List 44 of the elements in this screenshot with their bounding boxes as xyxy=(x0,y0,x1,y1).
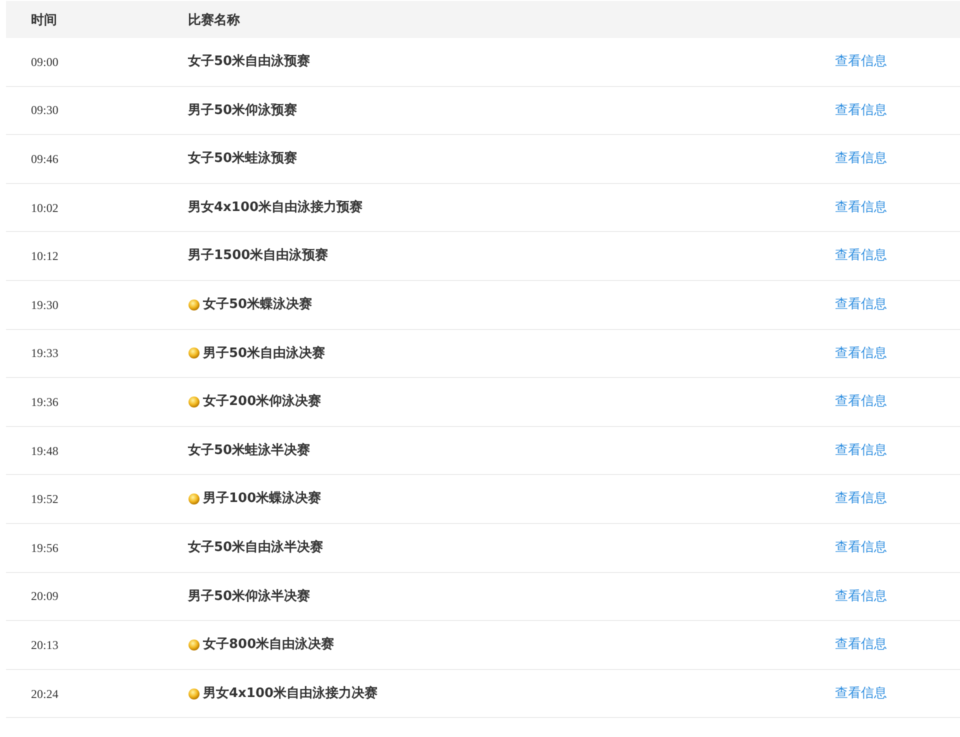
view-info-link[interactable]: 查看信息 xyxy=(835,635,960,655)
view-info-link[interactable]: 查看信息 xyxy=(835,392,960,412)
time-cell-text: 10:12 xyxy=(30,248,60,266)
event-name: 男子50米仰泳半决赛 xyxy=(188,588,310,606)
time-cell-text: 19:36 xyxy=(30,394,60,411)
event-name: 女子200米仰泳决赛 xyxy=(203,392,322,412)
time-cell-text: 19:52 xyxy=(30,491,60,508)
view-info-link[interactable]: 查看信息 xyxy=(835,489,960,509)
time-cell-text: 20:09 xyxy=(30,588,60,606)
view-info-link[interactable]: 查看信息 xyxy=(835,246,960,266)
time-cell-text: 19:56 xyxy=(30,540,60,557)
time-cell-text: 20:13 xyxy=(30,636,60,654)
time-cell-text: 09:30 xyxy=(30,102,60,120)
event-name: 男子50米自由泳决赛 xyxy=(203,344,326,363)
view-info-link[interactable]: 查看信息 xyxy=(835,684,960,704)
time-cell-text: 20:24 xyxy=(30,686,60,703)
event-name: 男子50米仰泳预赛 xyxy=(188,102,298,120)
view-info-link[interactable]: 查看信息 xyxy=(835,344,960,364)
view-info-link[interactable]: 查看信息 xyxy=(835,198,960,218)
event-name: 男子1500米自由泳预赛 xyxy=(188,246,328,266)
time-cell-text: 19:33 xyxy=(30,345,60,362)
time-cell-text: 19:30 xyxy=(30,296,60,314)
time-cell-text: 09:00 xyxy=(30,54,60,71)
event-name: 女子50米蛙泳半决赛 xyxy=(188,442,310,460)
column-header: 时间 xyxy=(30,10,58,29)
view-info-link[interactable]: 查看信息 xyxy=(835,440,960,460)
time-cell-text: 19:48 xyxy=(30,442,60,460)
event-name: 女子50米蝶泳决赛 xyxy=(203,296,312,314)
view-info-link[interactable]: 查看信息 xyxy=(835,100,960,120)
event-name: 男女4x100米自由泳接力预赛 xyxy=(188,198,363,217)
view-info-link[interactable]: 查看信息 xyxy=(835,52,960,72)
view-info-link[interactable]: 查看信息 xyxy=(835,538,960,558)
event-name: 女子50米自由泳半决赛 xyxy=(188,538,324,557)
time-cell-text: 09:46 xyxy=(30,150,60,168)
view-info-link[interactable]: 查看信息 xyxy=(835,149,960,169)
event-name: 男子100米蝶泳决赛 xyxy=(203,490,322,508)
time-cell-text: 10:02 xyxy=(30,200,60,217)
view-info-link[interactable]: 查看信息 xyxy=(835,586,960,606)
view-info-link[interactable]: 查看信息 xyxy=(835,295,960,315)
event-name: 男女4x100米自由泳接力决赛 xyxy=(203,684,378,703)
event-name: 女子50米自由泳预赛 xyxy=(188,52,310,72)
column-header: 比赛名称 xyxy=(188,10,241,29)
event-name: 女子50米蛙泳预赛 xyxy=(188,150,298,168)
event-name: 女子800米自由泳决赛 xyxy=(203,636,334,654)
